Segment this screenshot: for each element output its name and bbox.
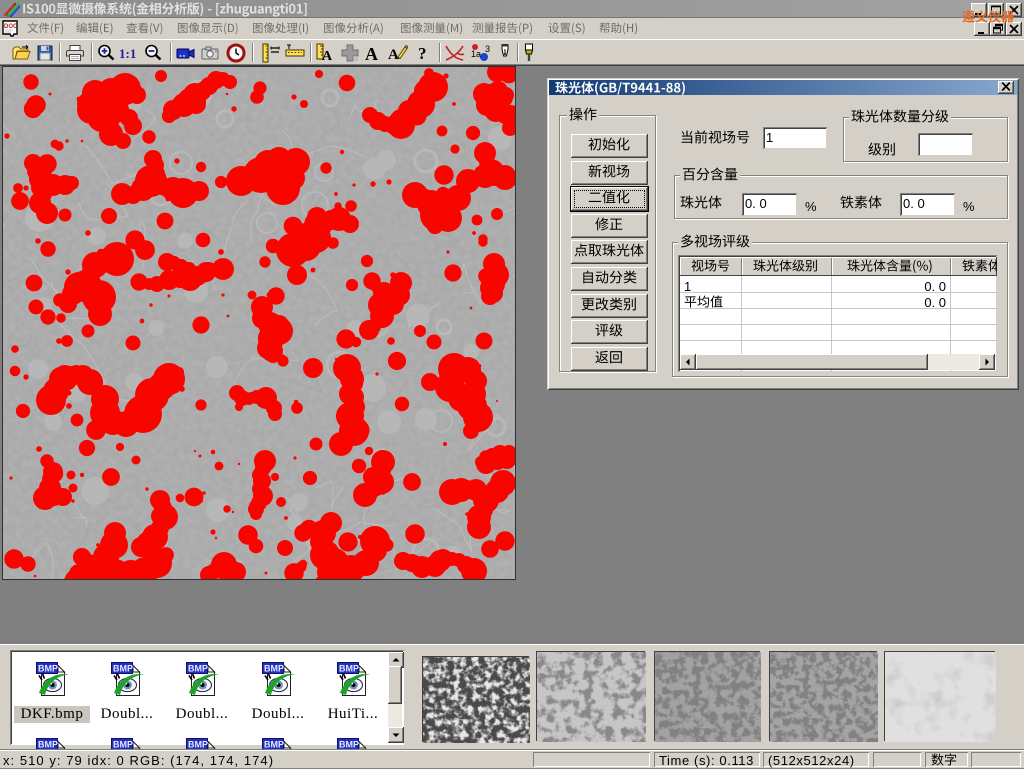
svg-text:BMP: BMP bbox=[38, 739, 58, 749]
svg-text:BMP: BMP bbox=[188, 739, 208, 749]
svg-text:BMP: BMP bbox=[38, 663, 58, 673]
svg-text:BMP: BMP bbox=[113, 739, 133, 749]
svg-text:1:1: 1:1 bbox=[119, 46, 136, 61]
svg-text:BMP: BMP bbox=[339, 739, 359, 749]
svg-text:3: 3 bbox=[485, 44, 490, 54]
svg-text:BMP: BMP bbox=[188, 663, 208, 673]
svg-text:BMP: BMP bbox=[264, 663, 284, 673]
svg-text:DOC: DOC bbox=[4, 24, 18, 30]
svg-text:BMP: BMP bbox=[339, 663, 359, 673]
svg-text:A: A bbox=[388, 47, 399, 63]
svg-text:BMP: BMP bbox=[264, 739, 284, 749]
svg-text:A: A bbox=[365, 44, 378, 63]
svg-text:1a: 1a bbox=[471, 49, 481, 59]
svg-text:?: ? bbox=[418, 44, 427, 63]
svg-text:BMP: BMP bbox=[113, 663, 133, 673]
svg-text:A: A bbox=[322, 49, 333, 63]
